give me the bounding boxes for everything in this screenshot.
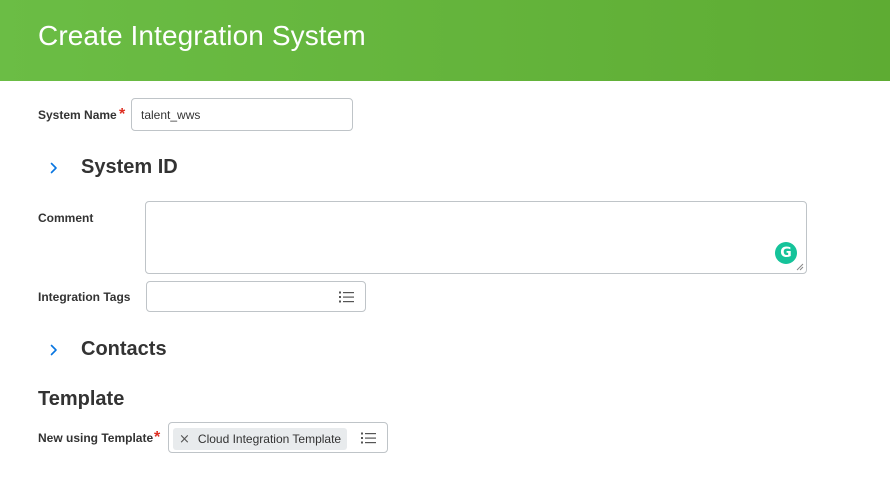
page-title: Create Integration System (38, 20, 366, 51)
integration-tags-input[interactable] (146, 281, 366, 312)
list-icon[interactable] (361, 431, 377, 445)
contacts-section-toggle[interactable]: Contacts (47, 338, 167, 361)
system-name-value: talent_wws (141, 108, 201, 122)
system-id-section-title: System ID (81, 156, 178, 178)
remove-icon[interactable]: × (179, 432, 190, 447)
system-name-input[interactable]: talent_wws (131, 98, 353, 131)
new-using-template-label: New using Template (38, 431, 154, 445)
page-header: Create Integration System (0, 0, 890, 81)
template-prompt-input[interactable]: × Cloud Integration Template (168, 422, 388, 453)
selected-template-pill: × Cloud Integration Template (173, 428, 348, 450)
system-id-section-toggle[interactable]: System ID (47, 156, 178, 179)
chevron-right-icon (47, 161, 61, 175)
comment-textarea[interactable]: G (145, 201, 807, 274)
selected-template-label: Cloud Integration Template (197, 432, 342, 446)
integration-tags-label: Integration Tags (38, 290, 131, 304)
chevron-right-icon (47, 343, 61, 357)
contacts-section-title: Contacts (81, 338, 167, 360)
resize-handle-icon[interactable] (796, 263, 804, 271)
grammarly-icon[interactable]: G (775, 242, 797, 264)
required-indicator: * (119, 106, 126, 123)
system-name-label: System Name (38, 108, 117, 122)
template-heading: Template (38, 388, 125, 410)
required-indicator: * (154, 429, 161, 446)
comment-label: Comment (38, 211, 94, 225)
list-icon[interactable] (339, 290, 355, 304)
